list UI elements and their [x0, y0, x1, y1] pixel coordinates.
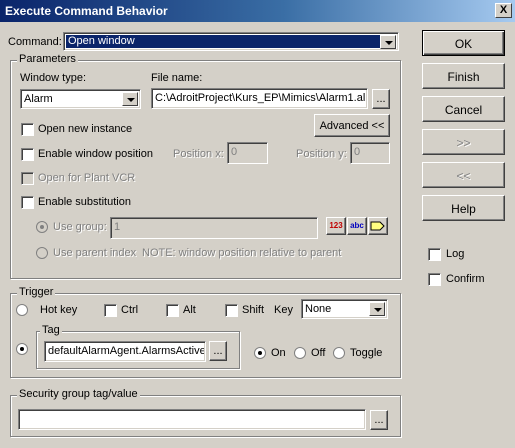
ellipsis-icon: ... — [213, 345, 223, 357]
trigger-group-label: Trigger — [17, 286, 56, 298]
tag-value: defaultAlarmAgent.AlarmsActive — [48, 345, 204, 357]
hot-key-radio[interactable] — [16, 304, 28, 316]
open-new-instance-checkbox[interactable] — [21, 123, 34, 136]
shift-checkbox[interactable] — [225, 304, 238, 317]
ctrl-label: Ctrl — [121, 304, 139, 316]
on-label: On — [271, 347, 286, 359]
tag-browse-button[interactable]: ... — [209, 341, 227, 361]
tag-input[interactable]: defaultAlarmAgent.AlarmsActive — [44, 341, 206, 362]
parameters-group-label: Parameters — [17, 53, 78, 65]
position-y-label: Position y: — [296, 148, 347, 160]
title-bar[interactable]: Execute Command Behavior X — [0, 0, 515, 22]
enable-substitution-label: Enable substitution — [38, 196, 131, 208]
ellipsis-icon: ... — [374, 414, 384, 426]
security-browse-button[interactable]: ... — [370, 410, 388, 430]
enable-window-position-label: Enable window position — [38, 148, 153, 160]
finish-button[interactable]: Finish — [422, 63, 505, 89]
ok-button[interactable]: OK — [422, 30, 505, 56]
command-value: Open window — [68, 35, 135, 47]
security-group-label: Security group tag/value — [17, 388, 140, 400]
ctrl-checkbox[interactable] — [104, 304, 117, 317]
advanced-button[interactable]: Advanced << — [314, 114, 390, 137]
close-icon: X — [499, 4, 508, 16]
chevron-down-icon[interactable] — [380, 35, 396, 49]
alt-checkbox[interactable] — [166, 304, 179, 317]
open-new-instance-label: Open new instance — [38, 123, 133, 135]
command-dropdown[interactable]: Open window — [63, 32, 399, 51]
log-label: Log — [446, 248, 465, 260]
confirm-label: Confirm — [446, 273, 485, 285]
off-label: Off — [311, 347, 326, 359]
key-label: Key — [274, 304, 293, 316]
tag-radio[interactable] — [16, 343, 28, 355]
position-x-label: Position x: — [173, 148, 224, 160]
tag-format-icon[interactable] — [368, 217, 388, 235]
next-button[interactable]: >> — [422, 129, 505, 155]
shift-label: Shift — [242, 304, 265, 316]
tag-shape — [370, 221, 385, 231]
security-input[interactable] — [18, 409, 366, 430]
prev-button[interactable]: << — [422, 162, 505, 188]
log-checkbox[interactable] — [428, 248, 441, 261]
command-label: Command: — [8, 36, 62, 48]
position-y-input[interactable]: 0 — [350, 142, 390, 164]
execute-command-behavior-dialog: Execute Command Behavior X Command: Open… — [0, 0, 515, 448]
use-group-label: Use group: — [53, 221, 107, 233]
close-button[interactable]: X — [495, 3, 512, 18]
tag-group-label: Tag — [40, 324, 62, 336]
alt-label: Alt — [183, 304, 196, 316]
on-radio[interactable] — [254, 347, 266, 359]
chevron-down-icon[interactable] — [122, 92, 138, 106]
help-button[interactable]: Help — [422, 195, 505, 221]
hot-key-label: Hot key — [40, 304, 78, 316]
chevron-down-icon[interactable] — [369, 302, 385, 316]
window-type-value: Alarm — [24, 93, 53, 105]
open-for-plant-vcr-label: Open for Plant VCR — [38, 172, 136, 184]
enable-window-position-checkbox[interactable] — [21, 148, 34, 161]
use-group-input[interactable]: 1 — [110, 217, 318, 239]
file-browse-button[interactable]: ... — [372, 89, 390, 109]
toggle-radio[interactable] — [333, 347, 345, 359]
file-name-label: File name: — [151, 72, 203, 84]
key-value: None — [305, 303, 332, 315]
file-name-input[interactable]: C:\AdroitProject\Kurs_EP\Mimics\Alarm1.a… — [151, 88, 368, 109]
numeric-format-icon[interactable]: 123 — [326, 217, 346, 235]
window-position-note: NOTE: window position relative to parent — [142, 247, 342, 259]
window-type-label: Window type: — [20, 72, 87, 84]
key-dropdown[interactable]: None — [301, 299, 388, 319]
toggle-label: Toggle — [350, 347, 383, 359]
window-title: Execute Command Behavior — [5, 4, 168, 18]
file-name-value: C:\AdroitProject\Kurs_EP\Mimics\Alarm1.a… — [155, 92, 365, 104]
cancel-button[interactable]: Cancel — [422, 96, 505, 122]
enable-substitution-checkbox[interactable] — [21, 196, 34, 209]
use-group-radio[interactable] — [36, 221, 48, 233]
use-parent-index-label: Use parent index — [53, 247, 137, 259]
window-type-dropdown[interactable]: Alarm — [20, 89, 141, 109]
open-for-plant-vcr-checkbox[interactable] — [21, 172, 34, 185]
confirm-checkbox[interactable] — [428, 273, 441, 286]
off-radio[interactable] — [294, 347, 306, 359]
ellipsis-icon: ... — [376, 93, 386, 105]
use-parent-index-radio[interactable] — [36, 247, 48, 259]
text-format-icon[interactable]: abc — [347, 217, 367, 235]
position-x-input[interactable]: 0 — [227, 142, 268, 164]
